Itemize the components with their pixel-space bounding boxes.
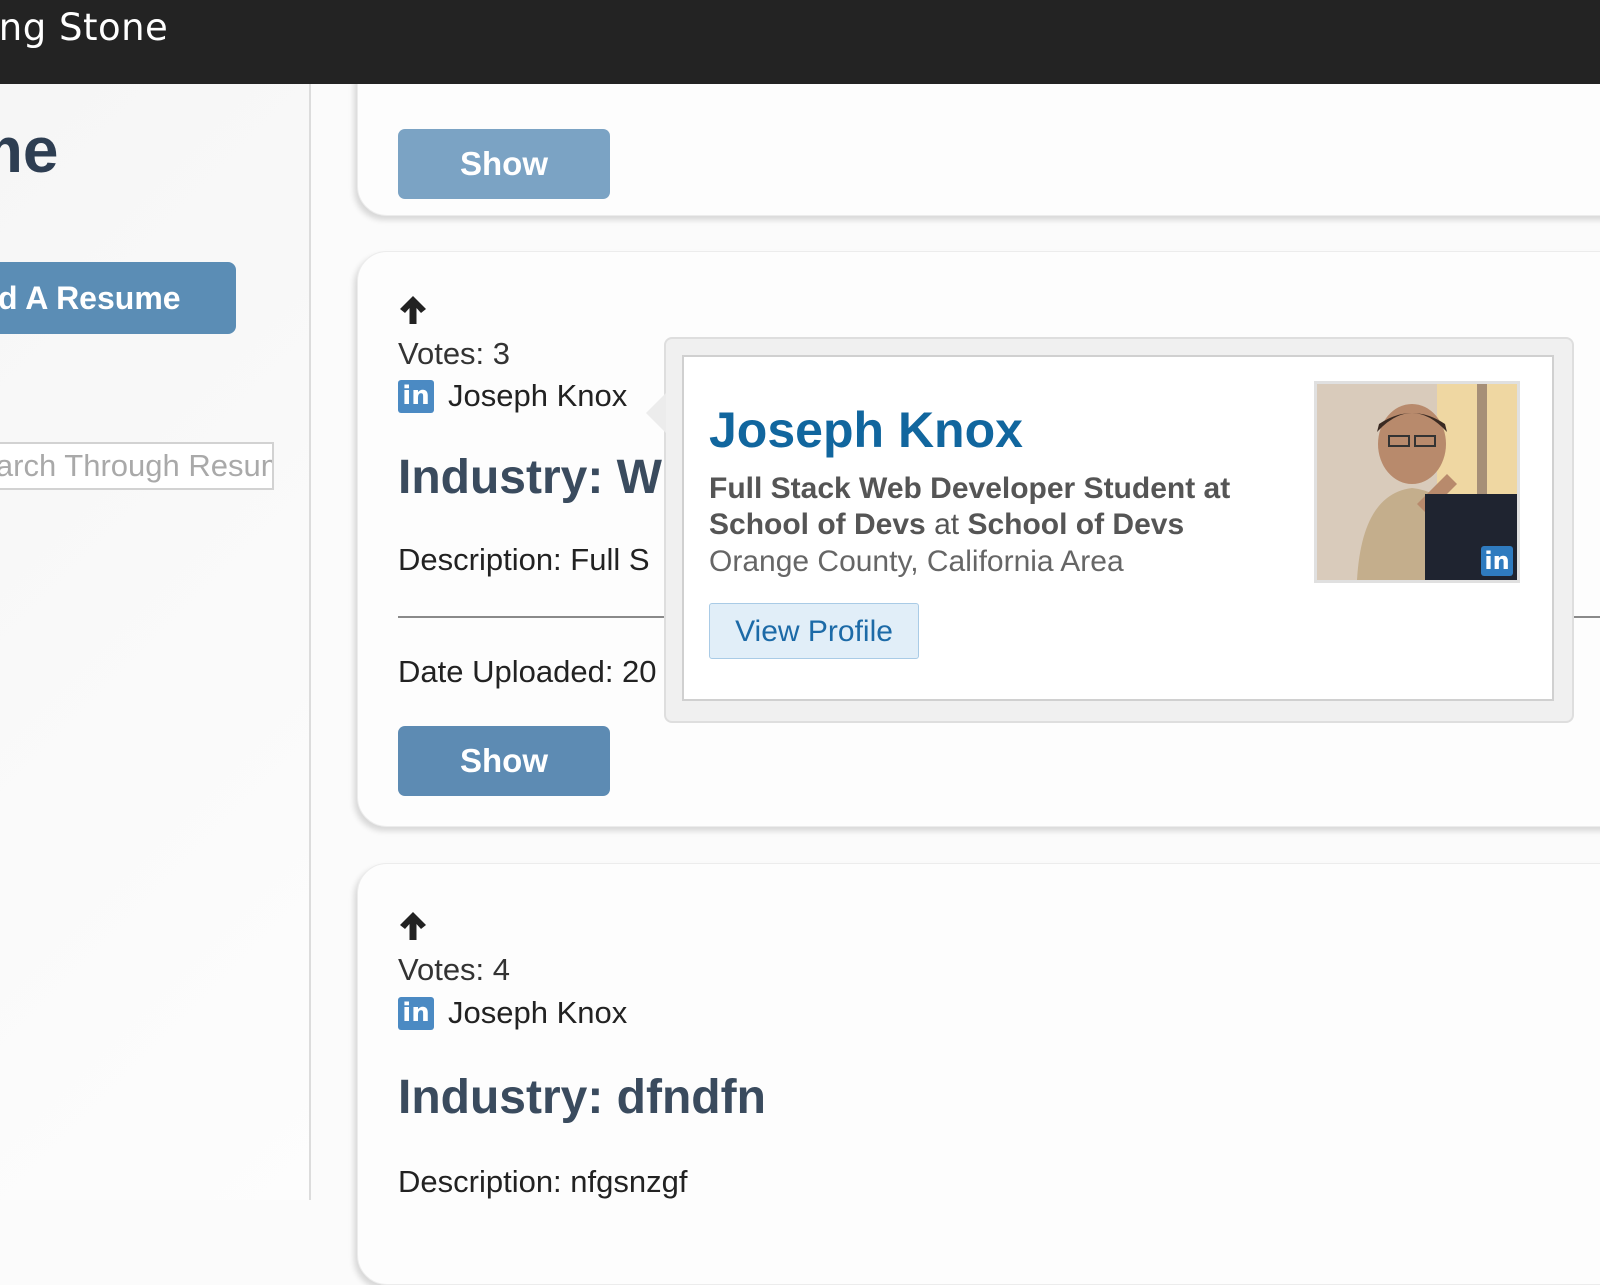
linkedin-icon[interactable]: in <box>398 379 434 413</box>
linkedin-profile-popover: Joseph Knox Full Stack Web Developer Stu… <box>664 337 1574 723</box>
show-button[interactable]: Show <box>398 129 610 199</box>
search-resumes-input[interactable] <box>0 442 274 490</box>
arrow-up-icon[interactable] <box>398 910 428 942</box>
resume-card: Votes: 4 in Joseph Knox Industry: dfndfn… <box>357 863 1600 1285</box>
linkedin-icon[interactable]: in <box>398 996 434 1030</box>
sidebar: me x d A Resume <box>0 84 311 1200</box>
industry-heading: Industry: dfndfn <box>398 1071 766 1124</box>
votes-count: Votes: 3 <box>398 336 511 371</box>
author-name[interactable]: Joseph Knox <box>448 995 627 1031</box>
popover-caret <box>646 393 666 433</box>
popover-content: Joseph Knox Full Stack Web Developer Stu… <box>682 355 1554 701</box>
author-row[interactable]: in Joseph Knox <box>398 995 627 1031</box>
linkedin-icon: in <box>1481 546 1513 576</box>
date-uploaded: Date Uploaded: 20 <box>398 654 657 689</box>
upload-resume-button[interactable]: d A Resume <box>0 262 236 334</box>
description-text: Description: nfgsnzgf <box>398 1164 688 1199</box>
industry-heading: Industry: W <box>398 451 662 504</box>
view-profile-button[interactable]: View Profile <box>709 603 919 659</box>
top-navbar: ping Stone <box>0 0 1600 84</box>
sidebar-title-line1: me <box>0 114 59 186</box>
author-name[interactable]: Joseph Knox <box>448 378 627 414</box>
profile-name[interactable]: Joseph Knox <box>709 401 1023 459</box>
profile-at: at <box>934 508 960 541</box>
profile-headline: Full Stack Web Developer Student at Scho… <box>709 471 1269 543</box>
brand-title[interactable]: ping Stone <box>0 6 168 49</box>
votes-count: Votes: 4 <box>398 952 511 987</box>
description-text: Description: Full S <box>398 542 650 577</box>
author-row[interactable]: in Joseph Knox <box>398 378 627 414</box>
show-button[interactable]: Show <box>398 726 610 796</box>
profile-company: School of Devs <box>967 508 1185 541</box>
profile-photo[interactable]: in <box>1314 381 1520 583</box>
arrow-up-icon[interactable] <box>398 294 428 326</box>
profile-location: Orange County, California Area <box>709 545 1124 578</box>
